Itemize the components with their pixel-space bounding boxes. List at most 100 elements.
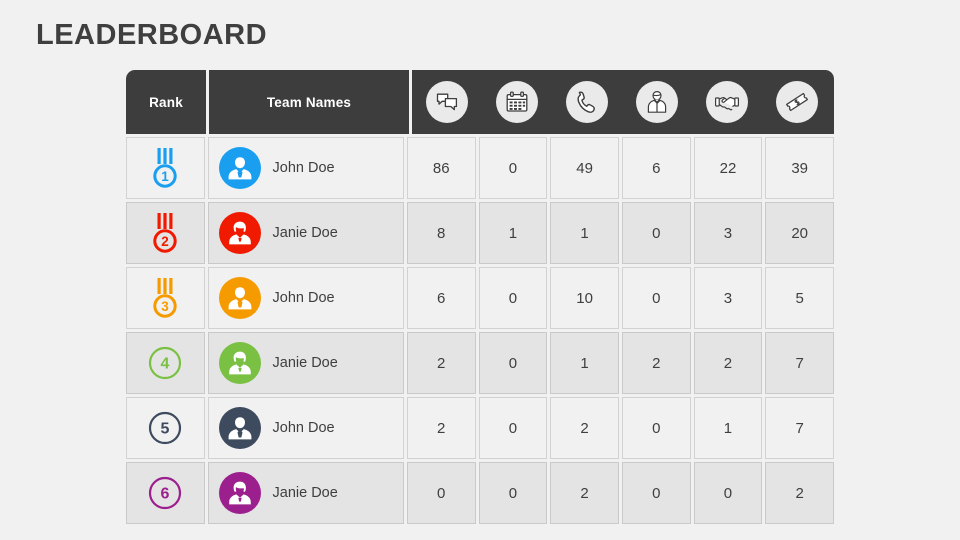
avatar bbox=[218, 212, 261, 254]
male-avatar-icon bbox=[228, 287, 251, 310]
team-cell: John Doe bbox=[207, 137, 404, 199]
rank-badge-4: 4 bbox=[149, 346, 182, 380]
svg-text:3: 3 bbox=[161, 299, 169, 314]
avatar bbox=[218, 407, 261, 449]
stat-cell-calls: 49 bbox=[550, 137, 619, 199]
page-title: LEADERBOARD bbox=[36, 19, 268, 51]
rank-badge-5: 5 bbox=[149, 411, 182, 445]
svg-text:1: 1 bbox=[161, 169, 169, 184]
female-avatar-icon bbox=[228, 481, 251, 505]
stat-cell-calls: 2 bbox=[550, 397, 619, 459]
svg-text:6: 6 bbox=[161, 486, 170, 503]
stat-cell-calls: 2 bbox=[550, 462, 619, 524]
team-name: John Doe bbox=[272, 160, 335, 176]
stat-cell-chats: 6 bbox=[406, 267, 476, 329]
medal-icon-rank-1: 1 bbox=[153, 148, 177, 188]
table-row[interactable]: 2 Janie Doe 8 1 1 0 3 20 bbox=[126, 202, 834, 264]
column-header-stats-group bbox=[412, 70, 834, 134]
stat-cell-calls: 1 bbox=[550, 332, 619, 394]
table-row[interactable]: 3 John Doe 6 0 10 0 3 5 bbox=[126, 267, 834, 329]
stat-cell-meetings: 0 bbox=[478, 137, 548, 199]
stat-cell-deals: 1 bbox=[693, 397, 763, 459]
stat-cell-contacts: 0 bbox=[621, 397, 691, 459]
stat-cell-deals: 0 bbox=[693, 462, 763, 524]
column-header-rank-label: Rank bbox=[149, 94, 183, 110]
chat-bubbles-icon bbox=[426, 81, 468, 123]
female-avatar-icon bbox=[228, 351, 251, 375]
svg-text:2: 2 bbox=[161, 234, 169, 249]
stat-cell-contacts: 6 bbox=[621, 137, 691, 199]
column-header-rank: Rank bbox=[126, 70, 206, 134]
stat-cell-chats: 86 bbox=[406, 137, 476, 199]
stat-cell-chats: 0 bbox=[406, 462, 476, 524]
team-name: Janie Doe bbox=[272, 485, 338, 501]
column-header-chats bbox=[412, 81, 482, 123]
team-cell: Janie Doe bbox=[207, 462, 404, 524]
column-header-deals bbox=[692, 81, 762, 123]
stat-cell-deals: 2 bbox=[693, 332, 763, 394]
stat-cell-chats: 8 bbox=[406, 202, 476, 264]
svg-text:4: 4 bbox=[161, 356, 170, 373]
rank-cell: 1 bbox=[126, 137, 205, 199]
table-row[interactable]: 6 Janie Doe 0 0 2 0 0 2 bbox=[126, 462, 834, 524]
female-avatar-icon bbox=[228, 221, 251, 245]
table-header-row: Rank Team Names bbox=[126, 70, 834, 134]
team-cell: Janie Doe bbox=[207, 332, 404, 394]
stat-cell-chats: 2 bbox=[406, 397, 476, 459]
stat-cell-tickets: 7 bbox=[765, 397, 834, 459]
ticket-dollar-icon bbox=[776, 81, 818, 123]
column-header-team-names: Team Names bbox=[209, 70, 409, 134]
column-header-meetings bbox=[482, 81, 552, 123]
team-name: John Doe bbox=[272, 290, 335, 306]
stat-cell-deals: 3 bbox=[693, 267, 763, 329]
avatar bbox=[218, 147, 261, 189]
leaderboard-page: LEADERBOARD Rank Team Names 1 John Doe 8… bbox=[0, 0, 960, 540]
stat-cell-tickets: 5 bbox=[765, 267, 834, 329]
avatar bbox=[218, 277, 261, 319]
team-cell: Janie Doe bbox=[207, 202, 404, 264]
male-avatar-icon bbox=[228, 417, 251, 440]
medal-icon-rank-3: 3 bbox=[153, 278, 177, 318]
rank-cell: 3 bbox=[126, 267, 205, 329]
rank-cell: 6 bbox=[126, 462, 205, 524]
stat-cell-calls: 1 bbox=[550, 202, 619, 264]
table-row[interactable]: 4 Janie Doe 2 0 1 2 2 7 bbox=[126, 332, 834, 394]
rank-cell: 5 bbox=[126, 397, 205, 459]
medal-icon-rank-2: 2 bbox=[153, 213, 177, 253]
stat-cell-contacts: 0 bbox=[621, 462, 691, 524]
stat-cell-calls: 10 bbox=[550, 267, 619, 329]
rank-badge-6: 6 bbox=[149, 476, 182, 510]
male-avatar-icon bbox=[228, 157, 251, 180]
svg-text:5: 5 bbox=[161, 421, 170, 438]
table-body: 1 John Doe 86 0 49 6 22 39 2 Janie Doe 8… bbox=[126, 137, 834, 524]
team-name: John Doe bbox=[272, 420, 335, 436]
table-row[interactable]: 5 John Doe 2 0 2 0 1 7 bbox=[126, 397, 834, 459]
team-cell: John Doe bbox=[207, 397, 404, 459]
table-row[interactable]: 1 John Doe 86 0 49 6 22 39 bbox=[126, 137, 834, 199]
stat-cell-meetings: 0 bbox=[478, 462, 548, 524]
businessman-icon bbox=[636, 81, 678, 123]
team-name: Janie Doe bbox=[272, 225, 338, 241]
stat-cell-meetings: 1 bbox=[478, 202, 548, 264]
stat-cell-deals: 3 bbox=[693, 202, 763, 264]
stat-cell-tickets: 20 bbox=[765, 202, 834, 264]
stat-cell-chats: 2 bbox=[406, 332, 476, 394]
stat-cell-meetings: 0 bbox=[478, 397, 548, 459]
handshake-icon bbox=[706, 81, 748, 123]
stat-cell-meetings: 0 bbox=[478, 332, 548, 394]
stat-cell-tickets: 2 bbox=[765, 462, 834, 524]
phone-icon bbox=[566, 81, 608, 123]
stat-cell-meetings: 0 bbox=[478, 267, 548, 329]
column-header-calls bbox=[552, 81, 622, 123]
team-cell: John Doe bbox=[207, 267, 404, 329]
stat-cell-deals: 22 bbox=[693, 137, 763, 199]
column-header-tickets bbox=[762, 81, 832, 123]
avatar bbox=[218, 472, 261, 514]
leaderboard-table: Rank Team Names 1 John Doe 86 0 49 6 22 … bbox=[126, 70, 834, 527]
stat-cell-contacts: 2 bbox=[621, 332, 691, 394]
stat-cell-contacts: 0 bbox=[621, 267, 691, 329]
avatar bbox=[218, 342, 261, 384]
stat-cell-contacts: 0 bbox=[621, 202, 691, 264]
stat-cell-tickets: 7 bbox=[765, 332, 834, 394]
stat-cell-tickets: 39 bbox=[765, 137, 834, 199]
